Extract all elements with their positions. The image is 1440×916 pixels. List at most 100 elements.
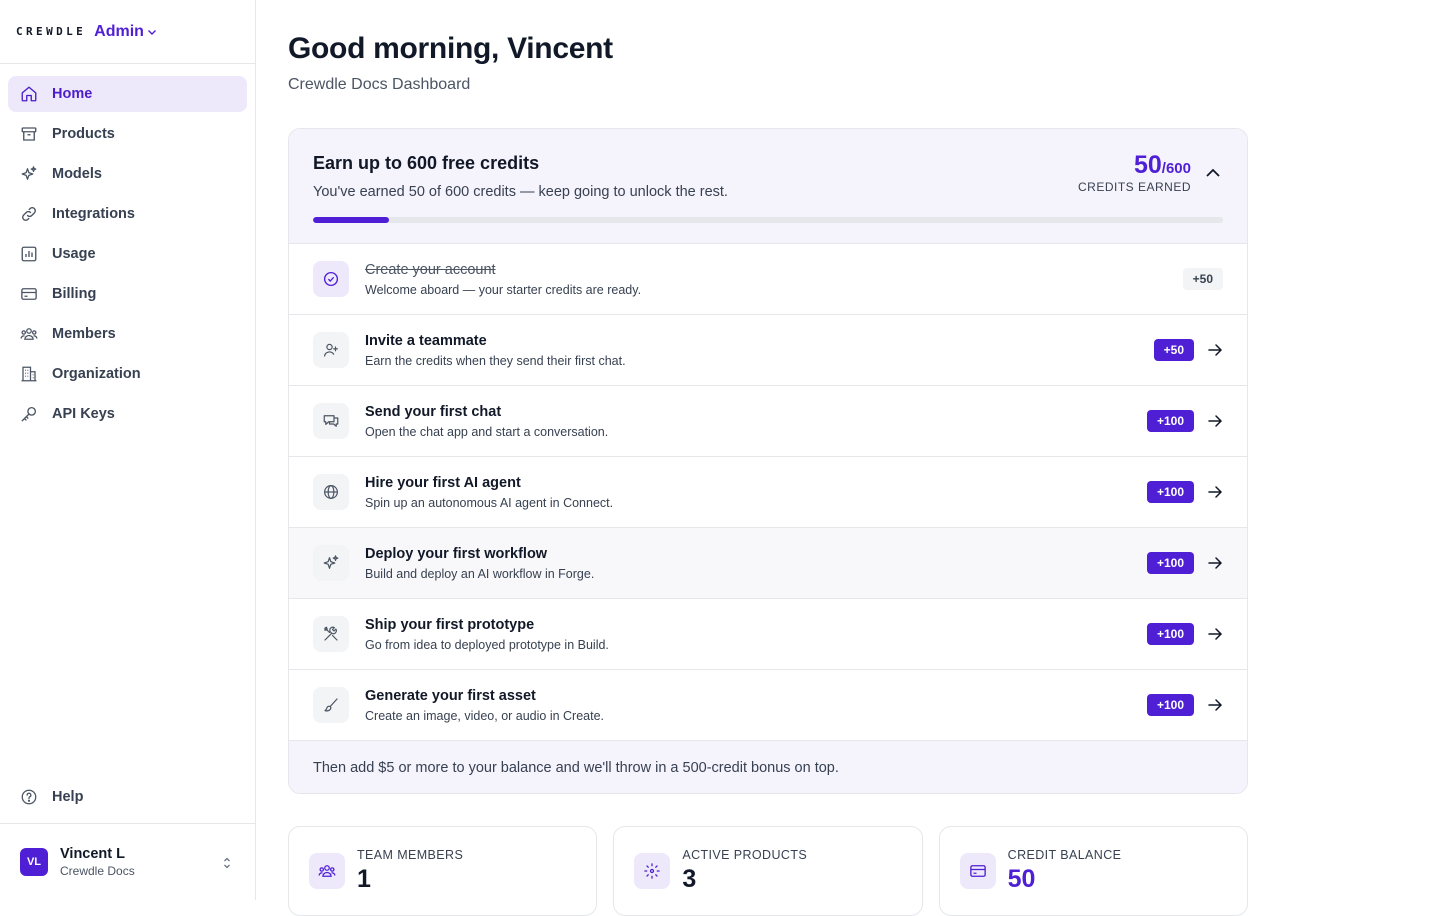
- arrow-right-icon[interactable]: [1207, 626, 1223, 642]
- arrow-right-icon[interactable]: [1207, 413, 1223, 429]
- sidebar-item-usage[interactable]: Usage: [8, 236, 247, 272]
- task-text: Deploy your first workflow Build and dep…: [365, 546, 594, 581]
- brush-icon: [313, 687, 349, 723]
- task-row-invite-teammate[interactable]: Invite a teammate Earn the credits when …: [289, 315, 1247, 386]
- sidebar-item-help[interactable]: Help: [8, 779, 247, 815]
- dashed-box-icon: [634, 853, 671, 889]
- credits-earned-counter: 50/600 CREDITS EARNED: [1078, 151, 1191, 194]
- task-title: Invite a teammate: [365, 332, 487, 349]
- reward-badge: +50: [1153, 339, 1194, 361]
- tools-icon: [313, 616, 349, 652]
- avatar: VL: [20, 848, 48, 876]
- credit-card-icon: [20, 285, 38, 303]
- globe-icon: [313, 474, 349, 510]
- sidebar-item-home[interactable]: Home: [8, 76, 247, 112]
- stat-value: 1: [357, 865, 371, 893]
- task-row-ai-agent[interactable]: Hire your first AI agent Spin up an auto…: [289, 457, 1247, 528]
- sidebar-item-billing[interactable]: Billing: [8, 276, 247, 312]
- stat-card-credit-balance[interactable]: CREDIT BALANCE 50: [938, 826, 1248, 916]
- task-row-prototype[interactable]: Ship your first prototype Go from idea t…: [289, 599, 1247, 670]
- task-description: Open the chat app and start a conversati…: [365, 424, 609, 439]
- task-title: Send your first chat: [365, 403, 502, 420]
- user-org: Crewdle Docs: [60, 864, 135, 878]
- chevron-down-icon: [147, 29, 156, 35]
- admin-switcher[interactable]: Admin: [94, 23, 158, 41]
- task-row-first-chat[interactable]: Send your first chat Open the chat app a…: [289, 386, 1247, 457]
- stat-value: 3: [682, 865, 697, 893]
- sidebar-item-label: Members: [52, 326, 116, 342]
- sidebar-item-products[interactable]: Products: [8, 116, 247, 152]
- sidebar: CREWDLE Admin Home Products Models Integ…: [0, 0, 256, 900]
- reward-badge: +100: [1146, 410, 1194, 432]
- sidebar-item-members[interactable]: Members: [8, 316, 247, 352]
- arrow-right-icon[interactable]: [1207, 555, 1223, 571]
- task-text: Hire your first AI agent Spin up an auto…: [365, 475, 613, 510]
- arrow-right-icon[interactable]: [1207, 342, 1223, 358]
- arrow-right-icon[interactable]: [1207, 697, 1223, 713]
- task-text: Invite a teammate Earn the credits when …: [365, 333, 626, 368]
- task-row-create-account[interactable]: Create your account Welcome aboard — you…: [289, 244, 1247, 315]
- task-description: Create an image, video, or audio in Crea…: [365, 708, 605, 723]
- sidebar-item-label: Help: [52, 789, 84, 805]
- credits-progress-fill: [313, 217, 389, 223]
- sidebar-nav: Home Products Models Integrations Usage …: [0, 64, 255, 432]
- task-row-workflow[interactable]: Deploy your first workflow Build and dep…: [289, 528, 1247, 599]
- task-title: Deploy your first workflow: [365, 545, 548, 562]
- crewdle-logo: CREWDLE: [16, 25, 87, 38]
- stat-value: 50: [1007, 865, 1036, 893]
- task-description: Earn the credits when they send their fi…: [365, 353, 626, 368]
- bonus-note: Then add $5 or more to your balance and …: [289, 741, 1247, 793]
- sidebar-item-label: Organization: [52, 366, 141, 382]
- users-icon: [309, 853, 345, 889]
- sidebar-item-label: Integrations: [52, 206, 135, 222]
- credit-card-icon: [959, 853, 996, 889]
- stat-card-active-products[interactable]: ACTIVE PRODUCTS 3: [613, 826, 923, 916]
- page-subtitle: Crewdle Docs Dashboard: [288, 76, 471, 93]
- sidebar-item-label: API Keys: [52, 406, 115, 422]
- task-title: Generate your first asset: [365, 687, 536, 704]
- help-circle-icon: [20, 788, 38, 806]
- reward-badge: +100: [1146, 623, 1194, 645]
- credits-earned-value: 50: [1133, 151, 1162, 179]
- task-text: Generate your first asset Create an imag…: [365, 688, 604, 723]
- user-info: Vincent L Crewdle Docs: [60, 846, 135, 878]
- chevron-up-down-icon: [224, 857, 230, 869]
- arrow-right-icon[interactable]: [1207, 484, 1223, 500]
- sidebar-item-models[interactable]: Models: [8, 156, 247, 192]
- sparkles-icon: [20, 165, 38, 183]
- credits-max-value: /600: [1161, 160, 1191, 177]
- credits-header: Earn up to 600 free credits You've earne…: [289, 129, 1247, 244]
- stat-card-team-members[interactable]: TEAM MEMBERS 1: [288, 826, 598, 916]
- sidebar-item-organization[interactable]: Organization: [8, 356, 247, 392]
- page-title: Good morning, Vincent: [288, 32, 613, 65]
- task-text: Create your account Welcome aboard — you…: [365, 262, 641, 297]
- sidebar-item-label: Home: [52, 86, 93, 102]
- sidebar-item-api-keys[interactable]: API Keys: [8, 396, 247, 432]
- task-row-asset[interactable]: Generate your first asset Create an imag…: [289, 670, 1247, 741]
- sidebar-item-label: Products: [52, 126, 115, 142]
- chevron-up-icon[interactable]: [1203, 163, 1223, 183]
- archive-icon: [20, 125, 38, 143]
- task-description: Build and deploy an AI workflow in Forge…: [365, 566, 595, 581]
- home-icon: [20, 85, 38, 103]
- stat-label: TEAM MEMBERS: [357, 848, 464, 862]
- users-icon: [20, 325, 38, 343]
- credits-progress-bar: [313, 217, 1223, 223]
- credits-earned-label: CREDITS EARNED: [1077, 180, 1191, 194]
- task-title: Ship your first prototype: [365, 616, 535, 633]
- chat-icon: [313, 403, 349, 439]
- sparkles-icon: [313, 545, 349, 581]
- credits-card: Earn up to 600 free credits You've earne…: [288, 128, 1248, 794]
- brand-header: CREWDLE Admin: [0, 0, 255, 64]
- reward-badge: +50: [1182, 268, 1223, 290]
- reward-badge: +100: [1146, 552, 1194, 574]
- sidebar-item-label: Billing: [52, 286, 97, 302]
- key-icon: [20, 405, 38, 423]
- building-icon: [20, 365, 38, 383]
- user-menu[interactable]: VL Vincent L Crewdle Docs: [0, 823, 255, 900]
- sidebar-item-integrations[interactable]: Integrations: [8, 196, 247, 232]
- stats-row: TEAM MEMBERS 1 ACTIVE PRODUCTS 3 CREDIT …: [288, 826, 1248, 916]
- task-description: Go from idea to deployed prototype in Bu…: [365, 637, 609, 652]
- reward-badge: +100: [1146, 694, 1194, 716]
- sidebar-item-label: Usage: [52, 246, 96, 262]
